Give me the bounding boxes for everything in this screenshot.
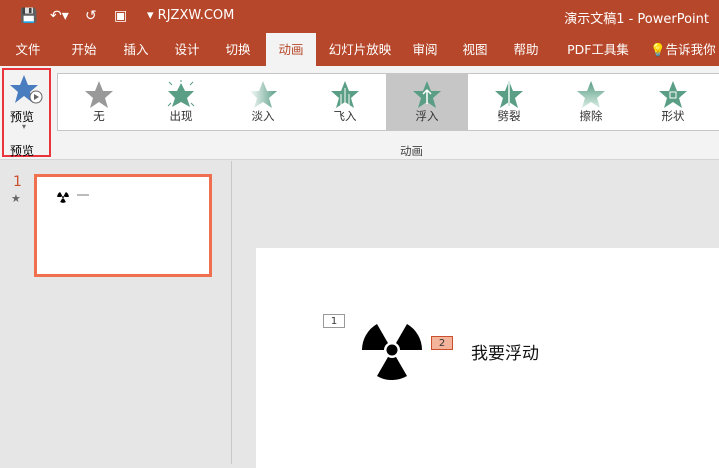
animation-group-label: 动画 bbox=[400, 144, 423, 158]
star-gray-icon bbox=[85, 81, 113, 108]
undo-icon[interactable]: ↶▾ bbox=[50, 8, 69, 24]
star-appear-icon bbox=[167, 80, 195, 107]
present-icon[interactable]: ▣ bbox=[114, 8, 127, 24]
slides-panel: 1 ★ bbox=[0, 161, 232, 464]
tab-view[interactable]: 视图 bbox=[455, 33, 495, 66]
tab-insert[interactable]: 插入 bbox=[112, 33, 160, 66]
effect-label: 出现 bbox=[169, 109, 193, 123]
preview-star-icon bbox=[10, 75, 43, 104]
effect-label: 浮入 bbox=[415, 109, 439, 123]
tab-design[interactable]: 设计 bbox=[163, 33, 211, 66]
slide-number: 1 bbox=[13, 174, 22, 190]
redo-icon[interactable]: ↺ bbox=[85, 8, 97, 24]
title-bar: 💾 ↶▾ ↺ ▣ ▾ RJZXW.COM 演示文稿1 - PowerPoint bbox=[0, 0, 719, 33]
lightbulb-icon: 💡 bbox=[650, 42, 666, 57]
ribbon: 预览 ▾ 预览 无 出现 淡入 飞入 浮入 劈裂 擦除 形状 动画 bbox=[0, 66, 719, 160]
effect-label: 无 bbox=[93, 109, 105, 123]
tab-pdf-tools[interactable]: PDF工具集 bbox=[560, 33, 636, 66]
star-wipe-icon bbox=[577, 81, 605, 108]
tab-transitions[interactable]: 切换 bbox=[214, 33, 262, 66]
effect-fly-in[interactable]: 飞入 bbox=[304, 74, 386, 130]
preview-group-label: 预览 bbox=[10, 144, 35, 158]
effect-label: 淡入 bbox=[251, 109, 275, 123]
tab-home[interactable]: 开始 bbox=[60, 33, 108, 66]
star-fade-icon bbox=[249, 81, 277, 108]
animation-tag-2[interactable]: 2 bbox=[431, 336, 453, 350]
effect-float-in[interactable]: 浮入 bbox=[386, 74, 468, 130]
animation-tag-1[interactable]: 1 bbox=[323, 314, 345, 328]
effect-wipe[interactable]: 擦除 bbox=[550, 74, 632, 130]
effect-label: 劈裂 bbox=[497, 109, 521, 123]
slide-thumbnail[interactable] bbox=[34, 174, 212, 277]
effect-none[interactable]: 无 bbox=[58, 74, 140, 130]
slide-canvas: 1 2 我要浮动 bbox=[256, 248, 719, 468]
tab-slideshow[interactable]: 幻灯片放映 bbox=[322, 33, 398, 66]
effect-label: 形状 bbox=[661, 109, 685, 123]
animation-gallery: 无 出现 淡入 飞入 浮入 劈裂 擦除 形状 bbox=[57, 73, 719, 131]
effect-appear[interactable]: 出现 bbox=[140, 74, 222, 130]
effect-label: 飞入 bbox=[333, 109, 357, 123]
star-split-icon bbox=[495, 81, 523, 108]
ribbon-tabs: 文件 开始 插入 设计 切换 动画 幻灯片放映 审阅 视图 帮助 PDF工具集 … bbox=[0, 33, 719, 66]
window-title: 演示文稿1 - PowerPoint bbox=[564, 12, 709, 27]
tab-file[interactable]: 文件 bbox=[8, 33, 48, 66]
customize-quick-access[interactable]: ▾ RJZXW.COM bbox=[147, 8, 234, 23]
effect-shape[interactable]: 形状 bbox=[632, 74, 714, 130]
star-float-icon bbox=[413, 81, 441, 108]
star-shape-icon bbox=[659, 81, 687, 108]
tab-help[interactable]: 帮助 bbox=[506, 33, 546, 66]
animation-star-indicator-icon: ★ bbox=[11, 192, 21, 205]
tab-review[interactable]: 审阅 bbox=[405, 33, 445, 66]
preview-dropdown-icon[interactable]: ▾ bbox=[22, 122, 26, 131]
tell-me-label: 告诉我你 bbox=[665, 42, 716, 57]
preview-button[interactable]: 预览 ▾ 预览 bbox=[2, 68, 51, 158]
effect-label: 擦除 bbox=[579, 109, 603, 123]
radiation-thumb-icon bbox=[57, 191, 69, 203]
slide-text-box[interactable]: 我要浮动 bbox=[471, 339, 539, 364]
radiation-symbol-icon[interactable] bbox=[360, 320, 424, 380]
effect-split[interactable]: 劈裂 bbox=[468, 74, 550, 130]
tell-me-search[interactable]: 💡告诉我你 bbox=[650, 33, 719, 66]
site-label: RJZXW.COM bbox=[157, 8, 235, 23]
save-icon[interactable]: 💾 bbox=[20, 8, 37, 24]
tab-animations[interactable]: 动画 bbox=[266, 33, 316, 66]
effect-fade[interactable]: 淡入 bbox=[222, 74, 304, 130]
thumb-text-placeholder bbox=[77, 194, 89, 196]
star-fly-icon bbox=[331, 81, 359, 108]
